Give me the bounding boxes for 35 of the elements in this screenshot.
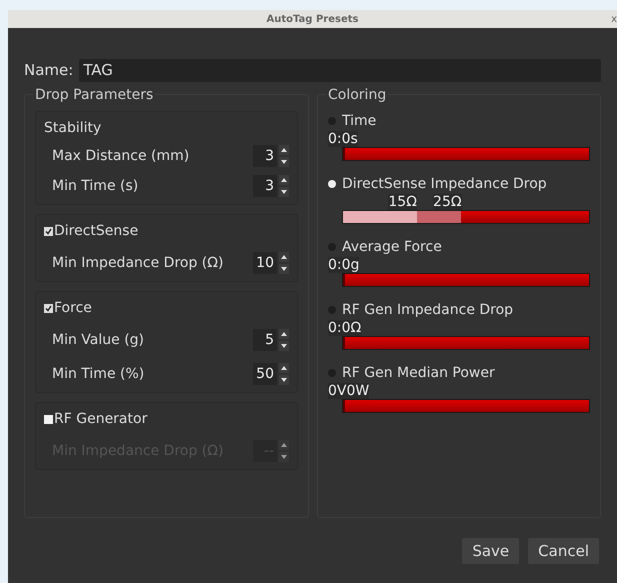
- radio-label[interactable]: RF Gen Median Power: [342, 362, 495, 384]
- radio-label[interactable]: Time: [342, 110, 376, 132]
- handle-label: 0:0s: [328, 131, 358, 147]
- name-field[interactable]: TAG: [79, 58, 601, 82]
- field-label: Min Impedance Drop (Ω): [52, 254, 224, 272]
- checkbox-label[interactable]: DirectSense: [54, 220, 138, 242]
- range-slider[interactable]: [342, 336, 590, 350]
- radio-label[interactable]: RF Gen Impedance Drop: [342, 300, 514, 320]
- field-label: Min Time (%): [52, 364, 146, 384]
- range-slider[interactable]: [342, 147, 590, 161]
- checkbox-label[interactable]: Force: [54, 298, 92, 318]
- name-label: Name:: [24, 60, 74, 81]
- radio-label[interactable]: DirectSense Impedance Drop: [342, 174, 547, 194]
- handle-label: 25Ω: [433, 194, 462, 210]
- radio-label[interactable]: Average Force: [342, 236, 442, 258]
- close-button[interactable]: x: [611, 12, 617, 26]
- checkbox[interactable]: [44, 304, 53, 312]
- handle-label: 15Ω: [388, 194, 417, 210]
- handle-label: 0:0g: [328, 257, 360, 273]
- range-slider[interactable]: [342, 399, 590, 413]
- checkbox-label[interactable]: RF Generator: [54, 408, 148, 430]
- range-slider[interactable]: [342, 273, 590, 287]
- range-slider[interactable]: [342, 210, 590, 224]
- radio-button[interactable]: [328, 180, 336, 188]
- field-label: Min Value (g): [52, 330, 145, 350]
- field-label: Min Time (s): [52, 176, 140, 196]
- window-title: AutoTag Presets: [266, 12, 358, 26]
- dialog-button[interactable]: Save: [462, 538, 520, 564]
- checkbox[interactable]: [44, 226, 53, 236]
- dialog-button[interactable]: Cancel: [528, 538, 599, 564]
- field-label: Max Distance (mm): [52, 146, 190, 166]
- checkbox[interactable]: [44, 414, 53, 424]
- section-title: Stability: [44, 118, 102, 138]
- handle-label: 0:0Ω: [328, 320, 362, 336]
- handle-label: 0V0W: [328, 383, 370, 399]
